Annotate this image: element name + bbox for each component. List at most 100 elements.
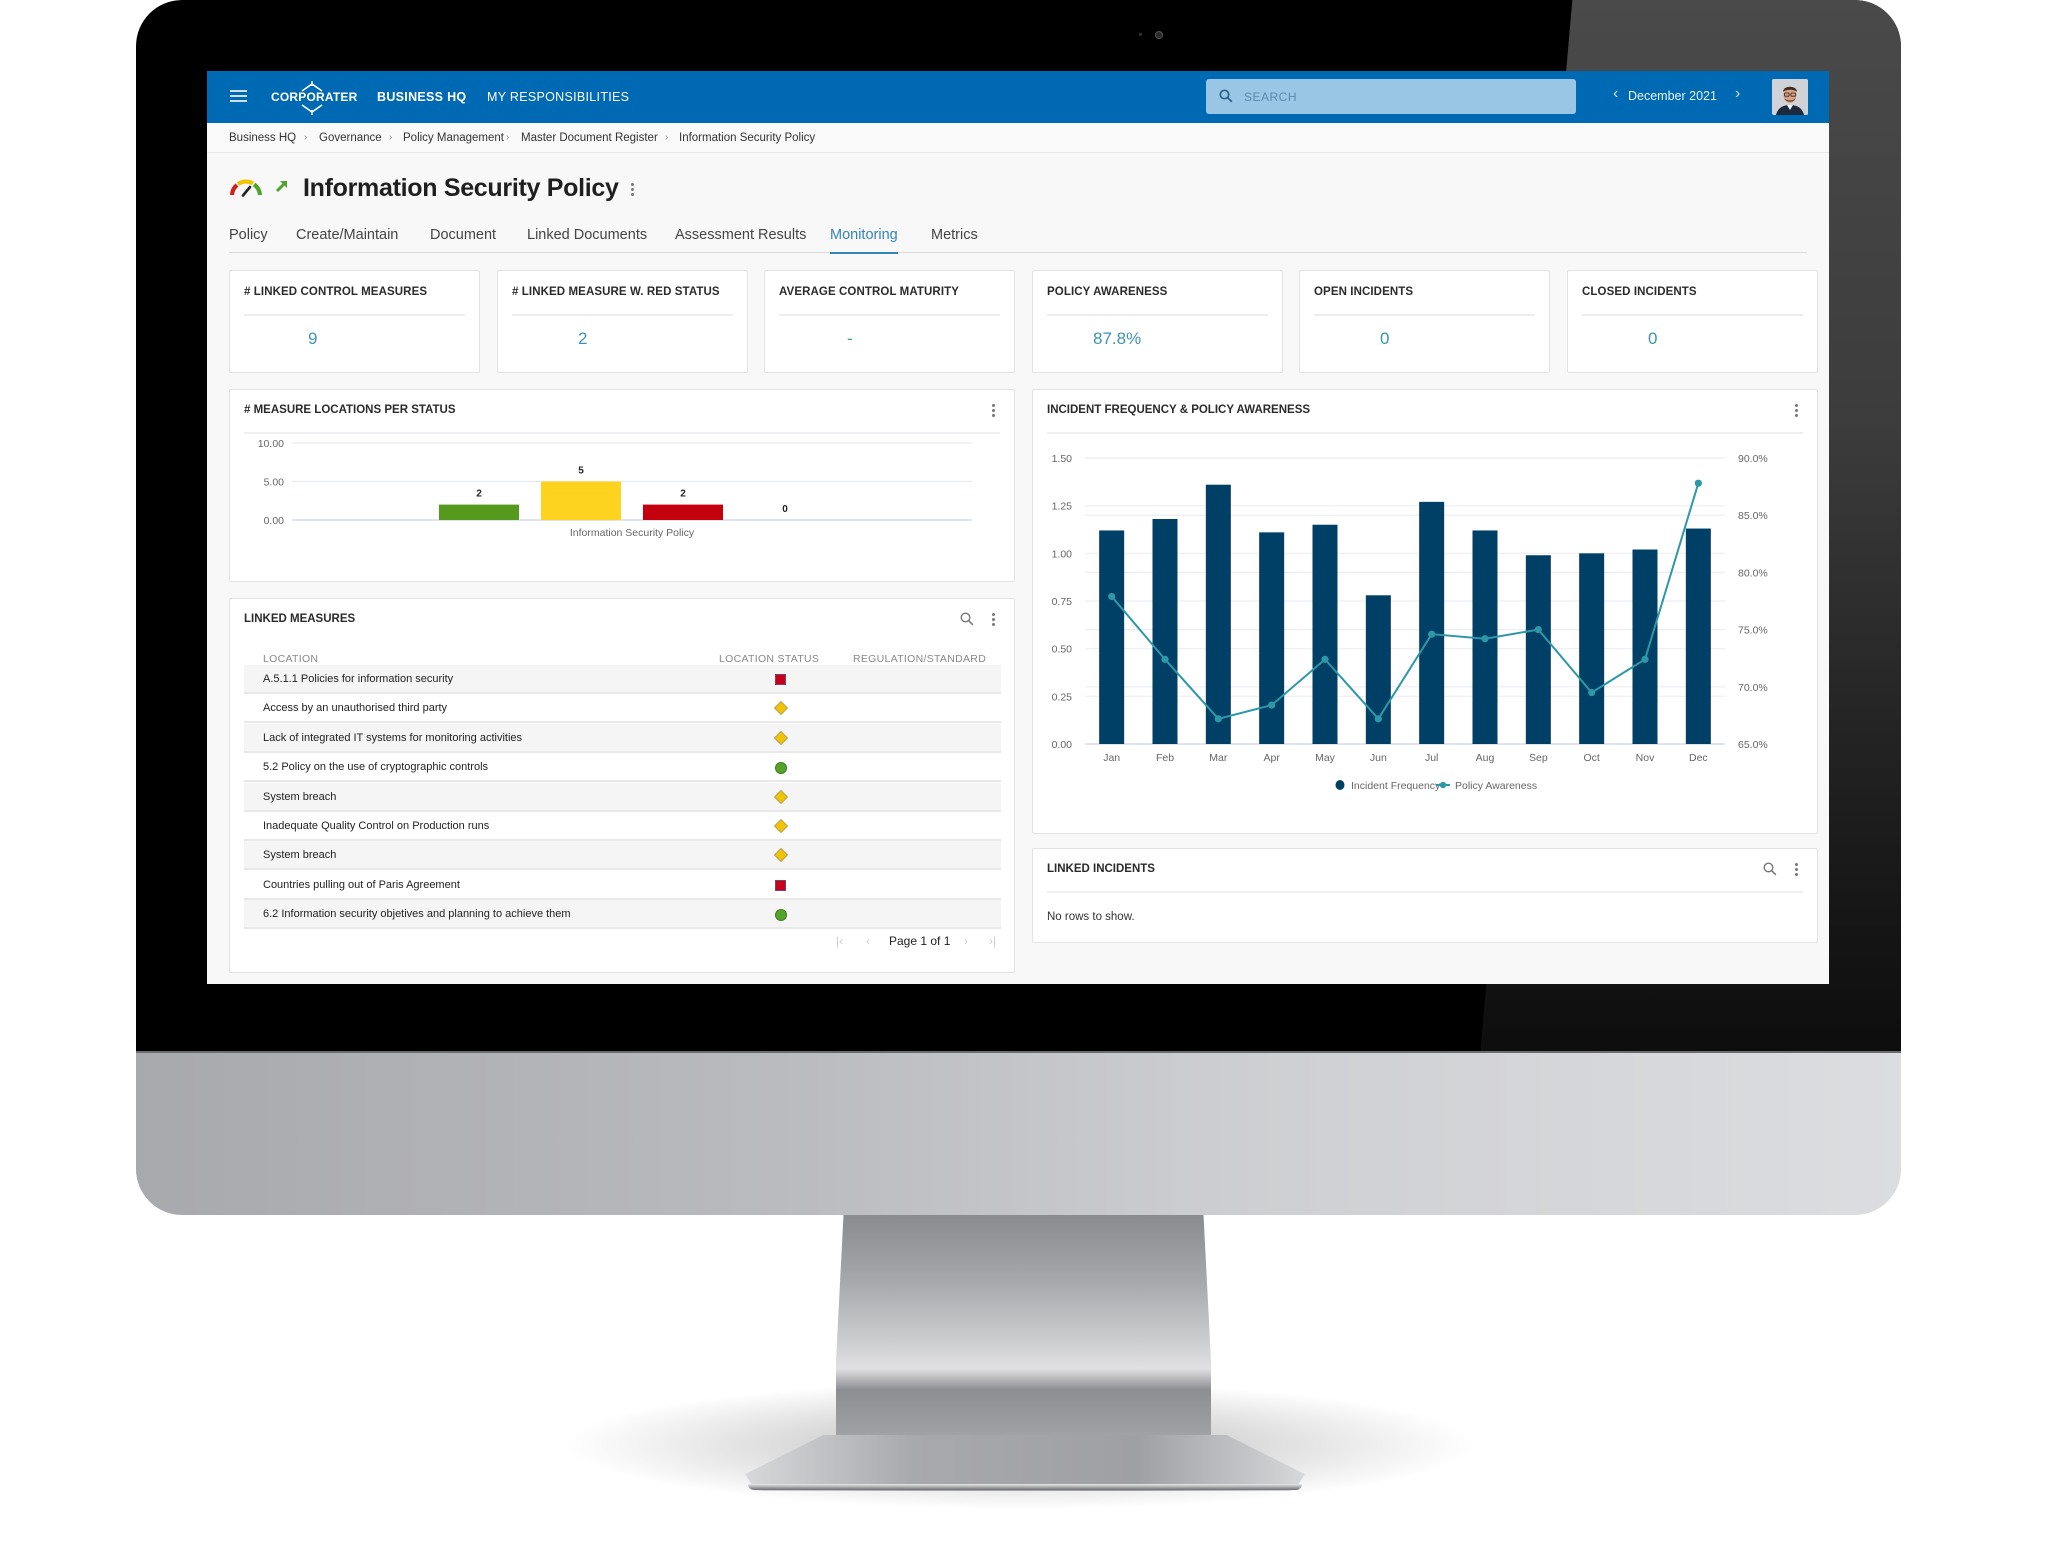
tab-document[interactable]: Document bbox=[430, 227, 496, 252]
breadcrumb-separator: › bbox=[506, 132, 510, 143]
y-left-tick-label: 0.75 bbox=[1052, 596, 1073, 608]
breadcrumb: Business HQ › Governance › Policy Manage… bbox=[207, 123, 1829, 153]
tab-assessment-results[interactable]: Assessment Results bbox=[675, 227, 806, 252]
page-indicator: Page 1 of 1 bbox=[889, 934, 951, 948]
hamburger-menu-icon[interactable] bbox=[230, 90, 247, 103]
more-options-icon[interactable] bbox=[1795, 404, 1799, 418]
data-label: 0 bbox=[782, 504, 788, 515]
breadcrumb-policy-management[interactable]: Policy Management bbox=[403, 132, 504, 144]
point-policy-awareness bbox=[1588, 688, 1596, 697]
empty-state-text: No rows to show. bbox=[1047, 911, 1135, 923]
breadcrumb-governance[interactable]: Governance bbox=[319, 132, 382, 144]
column-header-location-status[interactable]: LOCATION STATUS bbox=[719, 653, 819, 665]
column-header-regulation-standard[interactable]: REGULATION/STANDARD bbox=[853, 653, 986, 665]
kpi-label: OPEN INCIDENTS bbox=[1314, 286, 1414, 298]
table-row[interactable]: System breach bbox=[244, 841, 1001, 871]
title-more-options-icon[interactable] bbox=[631, 183, 635, 197]
search-input[interactable] bbox=[1244, 85, 1564, 109]
page-title: Information Security Policy bbox=[303, 174, 619, 202]
y-left-tick-label: 0.50 bbox=[1052, 644, 1073, 656]
next-page-button[interactable]: › bbox=[964, 934, 968, 948]
status-yellow-icon bbox=[773, 848, 789, 863]
kpi-card-open-incidents[interactable]: OPEN INCIDENTS 0 bbox=[1299, 270, 1550, 373]
linked-measures-panel: LINKED MEASURES LOCATION LOCATION STATUS… bbox=[229, 598, 1015, 973]
search-icon[interactable] bbox=[1763, 862, 1777, 876]
bar-incident-frequency bbox=[1099, 530, 1125, 744]
table-row[interactable]: A.5.1.1 Policies for information securit… bbox=[244, 665, 1001, 694]
breadcrumb-information-security-policy[interactable]: Information Security Policy bbox=[679, 132, 815, 144]
kpi-card-linked-control-measures[interactable]: # LINKED CONTROL MEASURES 9 bbox=[229, 270, 480, 373]
data-label: 2 bbox=[476, 489, 482, 500]
location-cell: System breach bbox=[263, 849, 337, 862]
tab-create-maintain[interactable]: Create/Maintain bbox=[296, 227, 398, 252]
panel-title: # MEASURE LOCATIONS PER STATUS bbox=[244, 404, 456, 416]
kpi-card-red-status[interactable]: # LINKED MEASURE W. RED STATUS 2 bbox=[497, 270, 748, 373]
breadcrumb-master-document-register[interactable]: Master Document Register bbox=[521, 132, 658, 144]
table-row[interactable]: 6.2 Information security objetives and p… bbox=[244, 900, 1001, 930]
table-row[interactable]: Countries pulling out of Paris Agreement bbox=[244, 870, 1001, 900]
location-cell: Inadequate Quality Control on Production… bbox=[263, 820, 490, 832]
x-tick-label: Nov bbox=[1636, 752, 1655, 764]
kpi-label: CLOSED INCIDENTS bbox=[1582, 286, 1697, 298]
y-tick-label: 10.00 bbox=[258, 438, 284, 450]
legend-policy-awareness-label: Policy Awareness bbox=[1455, 780, 1537, 792]
table-row[interactable]: System breach bbox=[244, 782, 1001, 812]
user-avatar[interactable] bbox=[1772, 79, 1808, 115]
tab-bar: Policy Create/Maintain Document Linked D… bbox=[229, 223, 1807, 254]
status-yellow-icon bbox=[773, 789, 789, 804]
nav-my-responsibilities[interactable]: MY RESPONSIBILITIES bbox=[487, 90, 629, 104]
period-label[interactable]: December 2021 bbox=[1628, 89, 1717, 103]
kpi-card-average-control-maturity[interactable]: AVERAGE CONTROL MATURITY - bbox=[764, 270, 1015, 373]
breadcrumb-business-hq[interactable]: Business HQ bbox=[229, 132, 296, 144]
location-cell: 6.2 Information security objetives and p… bbox=[263, 908, 571, 921]
previous-period-button[interactable]: ‹ bbox=[1613, 85, 1618, 103]
monitor-stand-foot bbox=[745, 1435, 1305, 1491]
table-row[interactable]: Inadequate Quality Control on Production… bbox=[244, 812, 1001, 841]
breadcrumb-separator: › bbox=[389, 132, 393, 143]
column-header-location[interactable]: LOCATION bbox=[263, 653, 318, 665]
bar-incident-frequency bbox=[1205, 484, 1231, 744]
kpi-card-closed-incidents[interactable]: CLOSED INCIDENTS 0 bbox=[1567, 270, 1818, 373]
panel-title: LINKED INCIDENTS bbox=[1047, 863, 1155, 875]
kpi-value: 9 bbox=[308, 329, 318, 348]
kpi-divider bbox=[512, 314, 733, 316]
table-row[interactable]: Access by an unauthorised third party bbox=[244, 694, 1001, 724]
ambient-sensor bbox=[1139, 33, 1142, 36]
kpi-divider bbox=[1582, 314, 1803, 316]
breadcrumb-separator: › bbox=[665, 132, 669, 143]
more-options-icon[interactable] bbox=[992, 613, 996, 627]
status-yellow-icon bbox=[773, 701, 789, 716]
last-page-button[interactable]: ›| bbox=[989, 934, 996, 948]
point-policy-awareness bbox=[1214, 715, 1222, 723]
tab-linked-documents[interactable]: Linked Documents bbox=[527, 227, 647, 252]
point-policy-awareness bbox=[1321, 655, 1329, 663]
screen: CORPORATER BUSINESS HQ MY RESPONSIBILITI… bbox=[207, 71, 1829, 984]
next-period-button[interactable]: › bbox=[1735, 85, 1740, 103]
search-box[interactable] bbox=[1206, 79, 1576, 114]
tab-policy[interactable]: Policy bbox=[229, 227, 268, 252]
tab-monitoring[interactable]: Monitoring bbox=[830, 227, 898, 254]
tab-metrics[interactable]: Metrics bbox=[931, 227, 978, 252]
legend-incident-frequency-icon bbox=[1335, 780, 1345, 790]
status-yellow-icon bbox=[773, 730, 789, 745]
kpi-card-policy-awareness[interactable]: POLICY AWARENESS 87.8% bbox=[1032, 270, 1283, 373]
nav-business-hq[interactable]: BUSINESS HQ bbox=[377, 90, 466, 104]
search-icon bbox=[1219, 89, 1233, 103]
table-row[interactable]: 5.2 Policy on the use of cryptographic c… bbox=[244, 753, 1001, 783]
bar-incident-frequency bbox=[1632, 549, 1658, 744]
x-tick-label: Feb bbox=[1156, 752, 1174, 764]
y-left-tick-label: 1.25 bbox=[1052, 501, 1073, 513]
more-options-icon[interactable] bbox=[992, 404, 996, 418]
bar-incident-frequency bbox=[1312, 524, 1338, 744]
location-cell: Countries pulling out of Paris Agreement bbox=[263, 878, 460, 891]
camera-icon bbox=[1155, 31, 1163, 39]
measure-locations-bar-chart: 10.00 5.00 0.00 2 5 2 0 Information Security Po… bbox=[258, 438, 972, 539]
search-icon[interactable] bbox=[960, 612, 974, 626]
point-policy-awareness bbox=[1161, 655, 1169, 663]
corporater-logo[interactable]: CORPORATER bbox=[271, 81, 357, 115]
table-row[interactable]: Lack of integrated IT systems for monito… bbox=[244, 723, 1001, 753]
previous-page-button[interactable]: ‹ bbox=[866, 934, 870, 948]
more-options-icon[interactable] bbox=[1795, 863, 1799, 877]
first-page-button[interactable]: |‹ bbox=[836, 934, 843, 948]
panel-title: LINKED MEASURES bbox=[244, 613, 356, 625]
